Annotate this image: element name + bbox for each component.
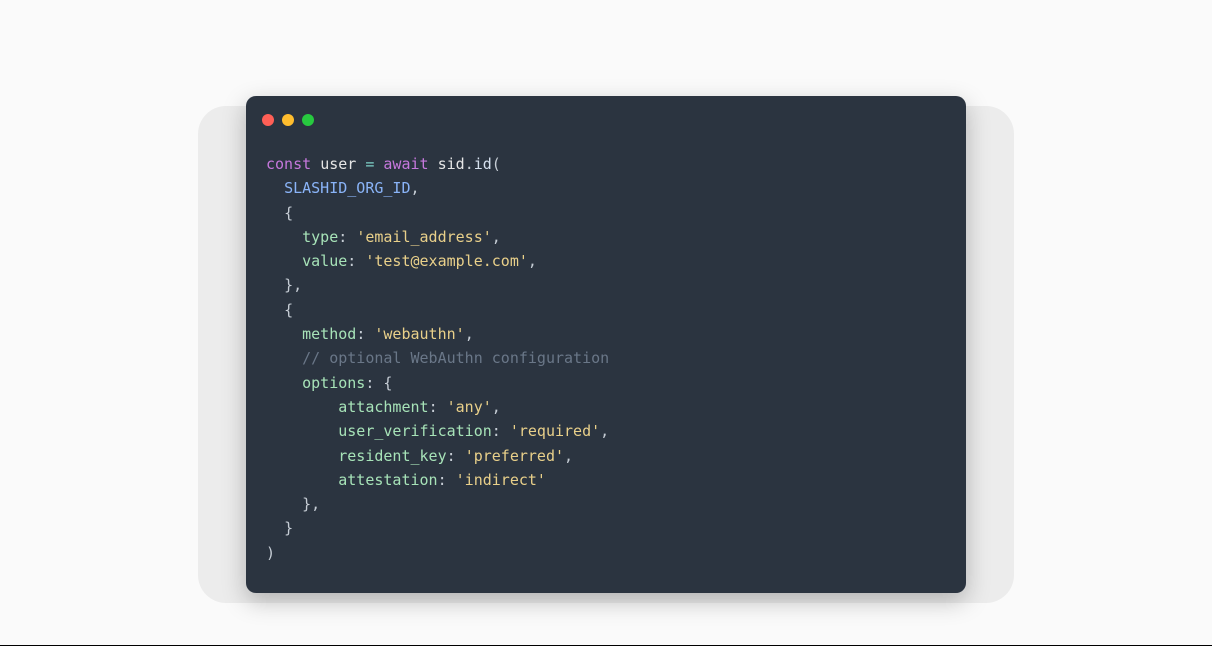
key-type: type — [302, 228, 338, 246]
op-equals: = — [365, 155, 374, 173]
str-preferred: 'preferred' — [465, 447, 564, 465]
colon: : — [492, 422, 501, 440]
comma: , — [465, 325, 474, 343]
str-any: 'any' — [447, 398, 492, 416]
str-required: 'required' — [510, 422, 600, 440]
brace-close: } — [284, 276, 293, 294]
open-paren: ( — [492, 155, 501, 173]
key-attachment: attachment — [338, 398, 428, 416]
brace-open: { — [284, 301, 293, 319]
code-block[interactable]: const user = await sid.id( SLASHID_ORG_I… — [246, 130, 966, 593]
colon: : — [347, 252, 356, 270]
obj-sid: sid — [438, 155, 465, 173]
key-options: options — [302, 374, 365, 392]
colon: : — [338, 228, 347, 246]
fn-id: id — [474, 155, 492, 173]
comma: , — [411, 179, 420, 197]
dot: . — [465, 155, 474, 173]
brace-open: { — [284, 204, 293, 222]
colon: : — [447, 447, 456, 465]
colon: : — [356, 325, 365, 343]
terminal-window: const user = await sid.id( SLASHID_ORG_I… — [246, 96, 966, 593]
close-icon[interactable] — [262, 114, 274, 126]
brace-close: } — [284, 519, 293, 537]
comma: , — [293, 276, 302, 294]
key-attestation: attestation — [338, 471, 437, 489]
var-user: user — [320, 155, 356, 173]
comma: , — [492, 228, 501, 246]
comma: , — [492, 398, 501, 416]
zoom-icon[interactable] — [302, 114, 314, 126]
colon: : — [438, 471, 447, 489]
keyword-await: await — [383, 155, 428, 173]
str-test-email: 'test@example.com' — [365, 252, 528, 270]
brace-open: { — [383, 374, 392, 392]
code-snippet-stage: const user = await sid.id( SLASHID_ORG_I… — [246, 96, 966, 593]
minimize-icon[interactable] — [282, 114, 294, 126]
colon: : — [365, 374, 374, 392]
keyword-const: const — [266, 155, 311, 173]
comma: , — [311, 495, 320, 513]
key-method: method — [302, 325, 356, 343]
key-resident-key: resident_key — [338, 447, 446, 465]
comma: , — [528, 252, 537, 270]
str-indirect: 'indirect' — [456, 471, 546, 489]
brace-close: } — [302, 495, 311, 513]
window-titlebar — [246, 96, 966, 130]
key-user-verification: user_verification — [338, 422, 492, 440]
close-paren: ) — [266, 544, 275, 562]
comment-optional: // optional WebAuthn configuration — [302, 349, 609, 367]
str-email-address: 'email_address' — [356, 228, 491, 246]
comma: , — [600, 422, 609, 440]
colon: : — [429, 398, 438, 416]
str-webauthn: 'webauthn' — [374, 325, 464, 343]
const-slashid-org-id: SLASHID_ORG_ID — [284, 179, 410, 197]
comma: , — [564, 447, 573, 465]
key-value: value — [302, 252, 347, 270]
